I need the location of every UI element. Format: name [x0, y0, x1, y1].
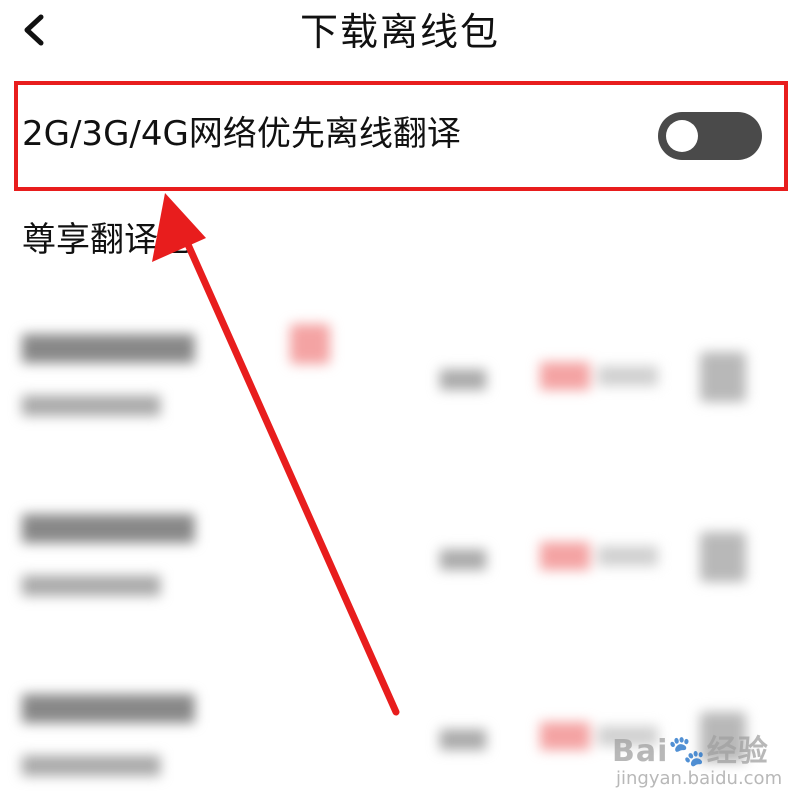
- download-icon[interactable]: [700, 352, 746, 402]
- watermark-brand: Bai: [612, 734, 669, 769]
- paw-icon: 🐾: [668, 734, 707, 769]
- package-subtitle: ▇▇▇▇▇▇▇▇▇: [22, 752, 161, 776]
- package-price: [540, 542, 660, 570]
- package-size: ▇▇▇: [440, 366, 487, 390]
- package-name: ▇▇▇▇▇▇▇▇: [22, 690, 195, 723]
- setting-label: 2G/3G/4G网络优先离线翻译: [22, 114, 461, 154]
- package-size: ▇▇▇: [440, 546, 487, 570]
- package-subtitle: ▇▇▇▇▇▇▇▇▇: [22, 572, 161, 596]
- package-name: ▇▇▇▇▇▇▇▇: [22, 330, 195, 363]
- watermark-url: jingyan.baidu.com: [616, 768, 783, 789]
- nav-header: 下载离线包: [0, 0, 800, 68]
- offline-priority-setting: 2G/3G/4G网络优先离线翻译: [0, 84, 800, 190]
- watermark-brand-suffix: 经验: [706, 734, 769, 769]
- offline-priority-toggle[interactable]: [658, 112, 762, 160]
- package-badge: [290, 324, 330, 364]
- baidu-watermark: Bai🐾经验 jingyan.baidu.com: [612, 718, 792, 798]
- list-item[interactable]: ▇▇▇▇▇▇▇▇ ▇▇▇▇▇▇▇▇▇ ▇▇▇: [0, 300, 800, 450]
- screen: 下载离线包 2G/3G/4G网络优先离线翻译 尊享翻译包 ▇▇▇▇▇▇▇▇ ▇▇…: [0, 0, 800, 811]
- download-icon[interactable]: [700, 532, 746, 582]
- page-title: 下载离线包: [299, 10, 500, 54]
- section-title: 尊享翻译包: [22, 220, 192, 260]
- package-subtitle: ▇▇▇▇▇▇▇▇▇: [22, 392, 161, 416]
- list-item[interactable]: ▇▇▇▇▇▇▇▇ ▇▇▇▇▇▇▇▇▇ ▇▇▇: [0, 480, 800, 630]
- package-size: ▇▇▇: [440, 726, 487, 750]
- package-price: [540, 362, 660, 390]
- package-name: ▇▇▇▇▇▇▇▇: [22, 510, 195, 543]
- toggle-knob: [666, 120, 698, 152]
